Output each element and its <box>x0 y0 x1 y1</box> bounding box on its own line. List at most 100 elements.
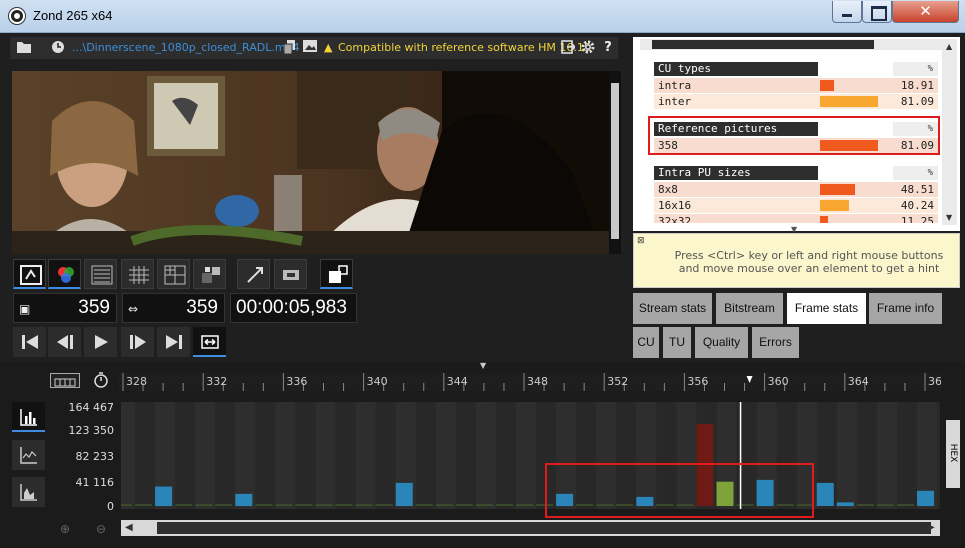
zoom-region-tool[interactable] <box>320 259 353 289</box>
file-toolbar: ...\Dinnerscene_1080p_closed_RADL.mp4 ▲ … <box>10 37 618 59</box>
stopwatch-icon[interactable] <box>93 372 109 388</box>
help-icon[interactable]: ? <box>600 40 616 56</box>
timeline-scrollbar[interactable]: ◀ ▶ <box>121 520 940 536</box>
tab-cu[interactable]: CU <box>633 327 659 358</box>
next-frame-button[interactable] <box>121 327 154 357</box>
percent-header: % <box>893 166 938 180</box>
stats-row-8x8: 8x8 48.51 <box>654 182 938 197</box>
scroll-up-icon[interactable]: ▲ <box>946 42 952 51</box>
ctu-grid-tool[interactable] <box>121 259 154 289</box>
area-chart-view-button[interactable] <box>12 477 45 507</box>
video-frame[interactable] <box>12 71 609 254</box>
stats-vertical-scrollbar[interactable]: ▲ ▼ <box>942 39 957 225</box>
pu-grid-tool[interactable] <box>157 259 190 289</box>
scroll-left-icon[interactable]: ◀ <box>125 522 133 533</box>
zoom-in-icon[interactable]: ⊕ <box>60 522 70 536</box>
row-label: intra <box>658 79 692 92</box>
y-axis-label: 0 <box>107 500 114 513</box>
row-value: 11.25 <box>893 214 938 223</box>
column-stripe <box>516 402 537 509</box>
hex-panel-tab[interactable]: HEX <box>946 420 960 488</box>
gear-icon[interactable] <box>580 40 596 56</box>
tab-frame-info[interactable]: Frame info <box>869 293 942 324</box>
folder-open-icon[interactable] <box>16 40 32 56</box>
frame-bar <box>375 504 393 506</box>
partition-tool[interactable] <box>193 259 226 289</box>
scroll-right-icon[interactable]: ▶ <box>927 522 935 533</box>
tab-bitstream[interactable]: Bitstream <box>716 293 783 324</box>
tab-quality[interactable]: Quality <box>695 327 748 358</box>
frame-bar <box>856 504 874 506</box>
image-export-icon[interactable] <box>302 40 318 56</box>
zoom-out-icon[interactable]: ⊖ <box>96 522 106 536</box>
frame-ruler[interactable]: 328 332 336 340 344 348 352 356 360 364 368 <box>119 373 949 391</box>
hint-text: Press <Ctrl> key or left and right mouse… <box>674 249 944 275</box>
section-title: CU types <box>654 62 818 76</box>
tab-frame-stats[interactable]: Frame stats <box>787 293 866 324</box>
maximize-button[interactable] <box>862 1 892 23</box>
timeline-splitter-icon[interactable]: ▼ <box>480 361 486 370</box>
first-frame-button[interactable] <box>13 327 46 357</box>
last-frame-button[interactable] <box>157 327 190 357</box>
app-icon[interactable] <box>9 8 25 24</box>
column-stripe <box>475 402 496 509</box>
stats-horizontal-thumb[interactable] <box>652 40 874 49</box>
y-axis-label: 41 116 <box>75 476 115 489</box>
column-stripe <box>876 402 897 509</box>
section-title: Intra PU sizes <box>654 166 818 180</box>
bar-chart-view-button[interactable] <box>12 402 45 432</box>
file-name[interactable]: ...\Dinnerscene_1080p_closed_RADL.mp4 <box>72 41 300 54</box>
frame-layout-button[interactable] <box>50 373 80 388</box>
clock-icon[interactable] <box>50 40 66 56</box>
color-channels-tool[interactable] <box>48 259 81 289</box>
hex-label: HEX <box>948 443 958 463</box>
row-value: 18.91 <box>893 78 938 93</box>
previous-frame-button[interactable] <box>48 327 81 357</box>
row-value: 40.24 <box>893 198 938 213</box>
frame-bar <box>335 504 353 506</box>
tab-stream-stats[interactable]: Stream stats <box>633 293 712 324</box>
close-icon: ✕ <box>919 2 932 20</box>
export-icon[interactable] <box>560 40 577 56</box>
tab-tu[interactable]: TU <box>663 327 691 358</box>
frame-bar <box>295 504 313 506</box>
column-stripe <box>235 402 256 509</box>
minimize-button[interactable] <box>832 1 862 23</box>
loop-range-button[interactable] <box>193 327 226 357</box>
video-scrollbar[interactable] <box>609 71 621 254</box>
column-stripe <box>836 402 857 509</box>
timeline-scrollbar-thumb[interactable] <box>157 522 931 534</box>
column-stripe <box>195 402 216 509</box>
frame-bar <box>315 504 333 506</box>
play-button[interactable] <box>84 327 117 357</box>
row-bar <box>820 96 878 107</box>
cu-types-header: CU types % <box>654 62 938 76</box>
frame-bar <box>215 504 233 506</box>
row-label: 32x32 <box>658 215 692 223</box>
frame-bar <box>155 486 173 506</box>
frame-view-tool[interactable] <box>13 259 46 289</box>
row-bar <box>820 80 834 91</box>
scroll-down-icon[interactable]: ▼ <box>946 213 952 222</box>
y-axis-label: 82 233 <box>75 450 115 463</box>
row-value: 81.09 <box>893 94 938 109</box>
tab-errors[interactable]: Errors <box>752 327 799 358</box>
line-chart-view-button[interactable] <box>12 440 45 470</box>
copy-icon[interactable] <box>282 40 298 56</box>
frame-size-chart[interactable] <box>74 402 940 509</box>
pin-icon[interactable]: ⊠ <box>637 236 645 246</box>
span-icon: ⇔ <box>128 302 139 316</box>
close-button[interactable]: ✕ <box>892 1 959 23</box>
transform-tool[interactable] <box>274 259 307 289</box>
stats-horizontal-scrollbar[interactable] <box>640 39 942 50</box>
column-stripe <box>315 402 336 509</box>
ruler-label: 356 <box>687 375 708 388</box>
row-bar <box>820 216 828 223</box>
frame-bar <box>435 504 453 506</box>
video-scrollbar-thumb[interactable] <box>611 83 619 239</box>
ruler-label: 348 <box>527 375 548 388</box>
motion-vectors-tool[interactable] <box>237 259 270 289</box>
grid-lines-tool[interactable] <box>84 259 117 289</box>
stats-row-intra: intra 18.91 <box>654 78 938 93</box>
frame-bar <box>896 504 914 506</box>
